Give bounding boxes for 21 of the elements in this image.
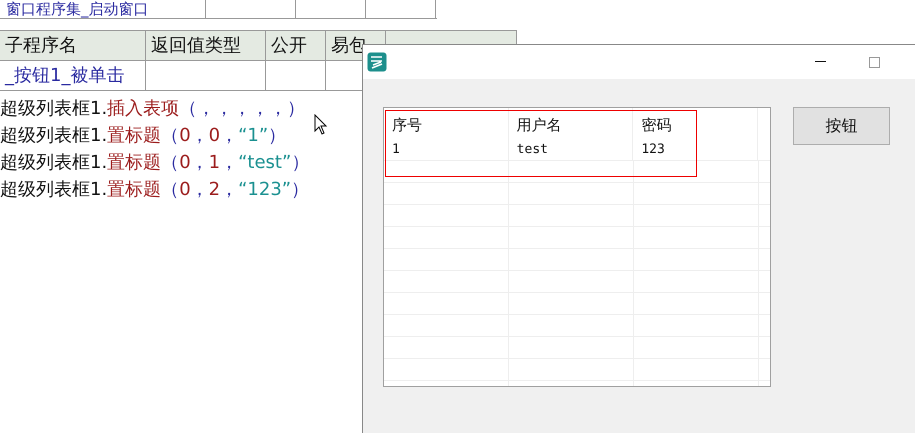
action-button[interactable]: 按钮 [793,107,890,145]
list-cell: 1 [384,139,509,160]
column-header[interactable]: 序号 [384,108,509,139]
column-header: 公开 [266,31,326,60]
code-line: 超级列表框1.置标题（0，1，“test”） [0,151,310,175]
table-cell: _按钮1_被单击 [0,61,146,90]
list-view[interactable]: 序号 用户名 密码 1 test 123 [383,107,771,387]
column-header: 返回值类型 [146,31,266,60]
column-header[interactable]: 密码 [633,108,758,139]
column-header: 子程序名 [0,31,146,60]
mouse-cursor-icon [314,114,328,136]
code-line: 超级列表框1.置标题（0，0，“1”） [0,124,286,148]
list-cell: test [508,139,634,160]
minimize-icon [814,61,826,63]
code-line: 超级列表框1.插入表项（，，，，，） [0,97,306,121]
column-header[interactable]: 用户名 [508,108,634,139]
maximize-icon [868,56,880,68]
list-cell: 123 [633,139,758,160]
app-icon [367,52,387,72]
table-cell: 窗口程序集_启动窗口 [0,0,206,18]
code-line: 超级列表框1.置标题（0，2，“123”） [0,178,310,202]
